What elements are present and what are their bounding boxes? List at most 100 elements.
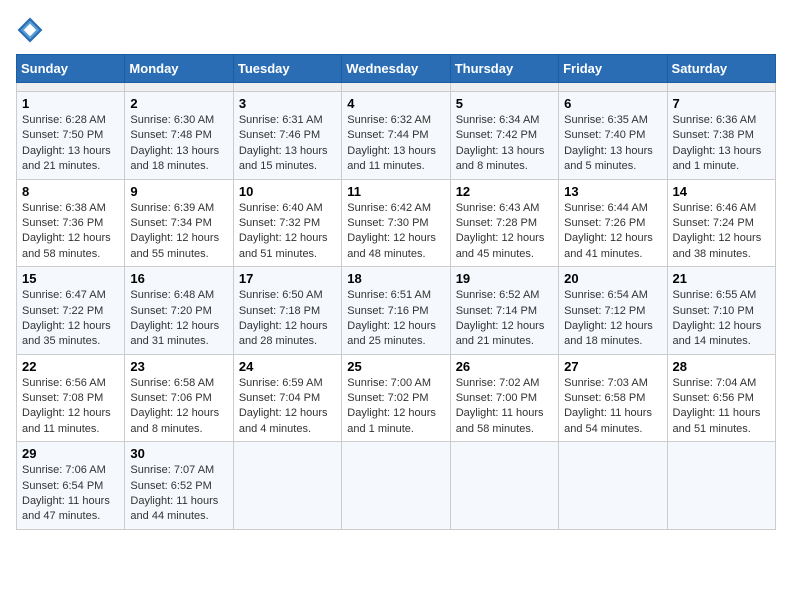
header-sunday: Sunday — [17, 55, 125, 83]
calendar-cell: 20 Sunrise: 6:54 AMSunset: 7:12 PMDaylig… — [559, 267, 667, 355]
calendar-cell: 23 Sunrise: 6:58 AMSunset: 7:06 PMDaylig… — [125, 354, 233, 442]
calendar-cell: 7 Sunrise: 6:36 AMSunset: 7:38 PMDayligh… — [667, 92, 775, 180]
day-info: Sunrise: 6:43 AMSunset: 7:28 PMDaylight:… — [456, 202, 545, 260]
calendar-cell: 12 Sunrise: 6:43 AMSunset: 7:28 PMDaylig… — [450, 179, 558, 267]
day-info: Sunrise: 6:38 AMSunset: 7:36 PMDaylight:… — [22, 202, 111, 260]
day-info: Sunrise: 6:39 AMSunset: 7:34 PMDaylight:… — [130, 202, 219, 260]
day-info: Sunrise: 6:50 AMSunset: 7:18 PMDaylight:… — [239, 289, 328, 347]
calendar-cell: 19 Sunrise: 6:52 AMSunset: 7:14 PMDaylig… — [450, 267, 558, 355]
calendar-week-row — [17, 83, 776, 92]
day-number: 27 — [564, 359, 661, 374]
logo-icon — [16, 16, 44, 44]
day-info: Sunrise: 6:34 AMSunset: 7:42 PMDaylight:… — [456, 114, 545, 172]
calendar-cell: 2 Sunrise: 6:30 AMSunset: 7:48 PMDayligh… — [125, 92, 233, 180]
day-number: 6 — [564, 96, 661, 111]
header-friday: Friday — [559, 55, 667, 83]
day-number: 19 — [456, 271, 553, 286]
day-number: 3 — [239, 96, 336, 111]
day-number: 29 — [22, 446, 119, 461]
calendar-cell: 18 Sunrise: 6:51 AMSunset: 7:16 PMDaylig… — [342, 267, 450, 355]
day-number: 11 — [347, 184, 444, 199]
day-number: 5 — [456, 96, 553, 111]
day-number: 1 — [22, 96, 119, 111]
calendar-cell: 17 Sunrise: 6:50 AMSunset: 7:18 PMDaylig… — [233, 267, 341, 355]
day-info: Sunrise: 7:04 AMSunset: 6:56 PMDaylight:… — [673, 377, 761, 435]
day-info: Sunrise: 6:47 AMSunset: 7:22 PMDaylight:… — [22, 289, 111, 347]
calendar-header-row: SundayMondayTuesdayWednesdayThursdayFrid… — [17, 55, 776, 83]
calendar-week-row: 22 Sunrise: 6:56 AMSunset: 7:08 PMDaylig… — [17, 354, 776, 442]
calendar-cell — [233, 83, 341, 92]
day-info: Sunrise: 6:40 AMSunset: 7:32 PMDaylight:… — [239, 202, 328, 260]
header-saturday: Saturday — [667, 55, 775, 83]
day-number: 25 — [347, 359, 444, 374]
day-info: Sunrise: 6:58 AMSunset: 7:06 PMDaylight:… — [130, 377, 219, 435]
calendar-cell: 27 Sunrise: 7:03 AMSunset: 6:58 PMDaylig… — [559, 354, 667, 442]
page-header — [16, 16, 776, 44]
day-info: Sunrise: 6:30 AMSunset: 7:48 PMDaylight:… — [130, 114, 219, 172]
header-wednesday: Wednesday — [342, 55, 450, 83]
day-info: Sunrise: 6:46 AMSunset: 7:24 PMDaylight:… — [673, 202, 762, 260]
day-number: 7 — [673, 96, 770, 111]
calendar-cell: 21 Sunrise: 6:55 AMSunset: 7:10 PMDaylig… — [667, 267, 775, 355]
header-thursday: Thursday — [450, 55, 558, 83]
calendar-cell — [450, 83, 558, 92]
calendar-cell: 9 Sunrise: 6:39 AMSunset: 7:34 PMDayligh… — [125, 179, 233, 267]
calendar-cell: 15 Sunrise: 6:47 AMSunset: 7:22 PMDaylig… — [17, 267, 125, 355]
day-info: Sunrise: 6:51 AMSunset: 7:16 PMDaylight:… — [347, 289, 436, 347]
day-number: 15 — [22, 271, 119, 286]
calendar-cell — [450, 442, 558, 530]
calendar-cell: 11 Sunrise: 6:42 AMSunset: 7:30 PMDaylig… — [342, 179, 450, 267]
day-number: 28 — [673, 359, 770, 374]
header-monday: Monday — [125, 55, 233, 83]
day-number: 17 — [239, 271, 336, 286]
day-number: 12 — [456, 184, 553, 199]
calendar-cell: 5 Sunrise: 6:34 AMSunset: 7:42 PMDayligh… — [450, 92, 558, 180]
calendar-cell: 30 Sunrise: 7:07 AMSunset: 6:52 PMDaylig… — [125, 442, 233, 530]
day-info: Sunrise: 7:07 AMSunset: 6:52 PMDaylight:… — [130, 464, 218, 522]
calendar-cell: 13 Sunrise: 6:44 AMSunset: 7:26 PMDaylig… — [559, 179, 667, 267]
calendar-cell — [17, 83, 125, 92]
logo — [16, 16, 48, 44]
calendar-cell — [559, 442, 667, 530]
day-info: Sunrise: 6:36 AMSunset: 7:38 PMDaylight:… — [673, 114, 762, 172]
calendar-cell — [233, 442, 341, 530]
calendar-cell — [559, 83, 667, 92]
day-number: 2 — [130, 96, 227, 111]
day-info: Sunrise: 6:54 AMSunset: 7:12 PMDaylight:… — [564, 289, 653, 347]
calendar-cell — [667, 83, 775, 92]
calendar-week-row: 29 Sunrise: 7:06 AMSunset: 6:54 PMDaylig… — [17, 442, 776, 530]
calendar-cell: 1 Sunrise: 6:28 AMSunset: 7:50 PMDayligh… — [17, 92, 125, 180]
day-info: Sunrise: 7:03 AMSunset: 6:58 PMDaylight:… — [564, 377, 652, 435]
calendar-cell: 25 Sunrise: 7:00 AMSunset: 7:02 PMDaylig… — [342, 354, 450, 442]
day-info: Sunrise: 6:52 AMSunset: 7:14 PMDaylight:… — [456, 289, 545, 347]
day-info: Sunrise: 6:56 AMSunset: 7:08 PMDaylight:… — [22, 377, 111, 435]
day-number: 21 — [673, 271, 770, 286]
day-number: 16 — [130, 271, 227, 286]
calendar-cell: 24 Sunrise: 6:59 AMSunset: 7:04 PMDaylig… — [233, 354, 341, 442]
calendar-cell: 3 Sunrise: 6:31 AMSunset: 7:46 PMDayligh… — [233, 92, 341, 180]
day-number: 10 — [239, 184, 336, 199]
calendar-cell — [667, 442, 775, 530]
day-info: Sunrise: 6:48 AMSunset: 7:20 PMDaylight:… — [130, 289, 219, 347]
day-info: Sunrise: 6:59 AMSunset: 7:04 PMDaylight:… — [239, 377, 328, 435]
day-info: Sunrise: 6:31 AMSunset: 7:46 PMDaylight:… — [239, 114, 328, 172]
day-number: 13 — [564, 184, 661, 199]
calendar-cell: 28 Sunrise: 7:04 AMSunset: 6:56 PMDaylig… — [667, 354, 775, 442]
day-info: Sunrise: 7:02 AMSunset: 7:00 PMDaylight:… — [456, 377, 544, 435]
calendar-week-row: 1 Sunrise: 6:28 AMSunset: 7:50 PMDayligh… — [17, 92, 776, 180]
calendar-cell — [125, 83, 233, 92]
day-number: 8 — [22, 184, 119, 199]
calendar-cell: 4 Sunrise: 6:32 AMSunset: 7:44 PMDayligh… — [342, 92, 450, 180]
calendar-week-row: 15 Sunrise: 6:47 AMSunset: 7:22 PMDaylig… — [17, 267, 776, 355]
day-number: 22 — [22, 359, 119, 374]
calendar-cell: 6 Sunrise: 6:35 AMSunset: 7:40 PMDayligh… — [559, 92, 667, 180]
calendar-cell: 10 Sunrise: 6:40 AMSunset: 7:32 PMDaylig… — [233, 179, 341, 267]
day-number: 14 — [673, 184, 770, 199]
day-number: 9 — [130, 184, 227, 199]
calendar-cell: 29 Sunrise: 7:06 AMSunset: 6:54 PMDaylig… — [17, 442, 125, 530]
day-info: Sunrise: 6:28 AMSunset: 7:50 PMDaylight:… — [22, 114, 111, 172]
calendar-cell — [342, 442, 450, 530]
header-tuesday: Tuesday — [233, 55, 341, 83]
day-number: 26 — [456, 359, 553, 374]
day-info: Sunrise: 6:35 AMSunset: 7:40 PMDaylight:… — [564, 114, 653, 172]
